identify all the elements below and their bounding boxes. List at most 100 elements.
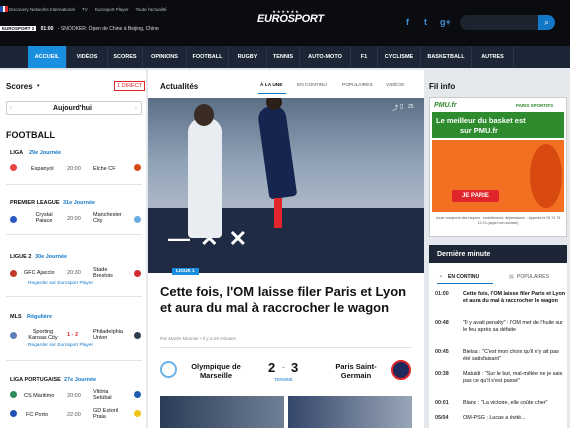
away-team[interactable]: Manchester City [93,212,129,224]
league-name[interactable]: LIGA [10,150,23,156]
league-round[interactable]: 31e Journée [63,200,95,206]
news-time: 00:45 [435,349,449,355]
hero-image[interactable]: — ✕ ✕ ⤴ ▯ 25 [148,98,424,273]
home-team[interactable]: GFC Ajaccio [24,270,55,276]
away-team[interactable]: Elche CF [93,166,116,172]
away-team[interactable]: Vitória Setúbal [93,389,123,401]
match-score[interactable]: 20:30 [67,270,81,276]
nav-item-opinions[interactable]: OPINIONS [143,46,187,68]
kansas-city-crest-icon [10,332,17,339]
home-team[interactable]: Crystal Palace [30,212,58,224]
pmu-line2: sur PMU.fr [460,126,498,135]
nav-item-scores[interactable]: SCORES [108,46,143,68]
league-round[interactable]: 29e Journée [29,150,61,156]
scores-title[interactable]: Scores [6,82,33,91]
nav-item-f1[interactable]: F1 [351,46,378,68]
comment-icon[interactable]: ▯ [400,103,403,110]
search-icon[interactable]: ⌕ [538,15,555,30]
match-score[interactable]: 20:00 [67,166,81,172]
comment-count[interactable]: 25 [408,104,414,110]
league-round[interactable]: 30e Journée [35,254,67,260]
news-text: Matuidi : "Sur le but, mal-mêlée ne je s… [463,371,563,384]
pmu-line1: Le meilleur du basket est [436,116,526,125]
away-team[interactable]: Philadelphia Union [93,329,129,341]
category-tag[interactable]: LIGUE 1 [172,268,199,275]
news-item[interactable]: 00:01 Blanc : "La victoire, elle coûte c… [435,400,567,409]
nav-item-accueil[interactable]: ACCUEIL [28,46,67,68]
live-badge[interactable]: 1 DIRECT [114,81,146,91]
home-team[interactable]: CS Maritimo [24,393,54,399]
home-team[interactable]: Sporting Kansas City [28,329,58,341]
pmu-ad[interactable]: PMU.fr PARIS SPORTIFS Le meilleur du bas… [429,97,567,237]
league-name[interactable]: MLS [10,314,22,320]
tab-a-la-une[interactable]: À LA UNE [260,83,282,88]
match-score[interactable]: 20:00 [67,393,81,399]
nav-item-autres[interactable]: AUTRES [472,46,514,68]
league-round[interactable]: Régulière [27,314,52,320]
league-name[interactable]: LIGA PORTUGAISE [10,377,61,383]
tab-en-continu[interactable]: EN CONTINU [448,274,479,280]
pmu-cta-button[interactable]: JE PARIE [452,190,499,202]
home-team[interactable]: Espanyol [31,166,54,172]
eurosport-logo[interactable]: ★★★★★★ EUROSPORT [257,9,324,39]
news-time: 05/04 [435,415,449,421]
fil-info-panel: Fil info PMU.fr PARIS SPORTIFS Le meille… [426,70,570,428]
top-link[interactable]: TV [82,7,88,12]
player-link[interactable]: Regarder sur Eurosport Player [28,343,93,348]
article-thumbnail[interactable] [160,396,284,428]
chevron-left-icon[interactable]: ‹ [10,105,12,111]
match-score[interactable]: 22:00 [67,412,81,418]
news-item[interactable]: 00:48 "Il y avait penalty" : l'OM met de… [435,320,567,342]
chevron-down-icon[interactable]: ▾ [37,83,40,89]
tab-populaires[interactable]: POPULAIRES [342,83,373,88]
dm-header: Dernière minute [429,245,567,263]
league-name[interactable]: LIGUE 2 [10,254,31,260]
maritimo-crest-icon [10,391,17,398]
tab-en-continu[interactable]: EN CONTINU [297,83,327,88]
news-item[interactable]: 01:00 Cette fois, l'OM laisse filer Pari… [435,291,567,313]
match-status: TERMINÉ [274,377,293,382]
news-item[interactable]: 05/04 OM-PSG : Lucas a évité... [435,415,567,424]
away-team[interactable]: Stade Brestois [93,267,121,279]
tv-ticker[interactable]: EUROSPORT 2 01:00 - SNOOKER: Open de Chi… [0,26,159,32]
tab-videos[interactable]: VIDÉOS [386,83,404,88]
news-item[interactable]: 00:38 Matuidi : "Sur le but, mal-mêlée n… [435,371,567,393]
nav-item-basketball[interactable]: BASKETBALL [421,46,472,68]
tab-populaires[interactable]: POPULAIRES [517,274,549,280]
nav-item-football[interactable]: FOOTBALL [187,46,229,68]
news-text: Cette fois, l'OM laisse filer Paris et L… [463,291,566,304]
chevron-right-icon[interactable]: › [135,105,137,111]
pmu-tag: PARIS SPORTIFS [516,103,554,108]
home-team[interactable]: FC Porto [26,412,48,418]
team-away[interactable]: Paris Saint-Germain [328,362,384,380]
top-link[interactable]: Toute l'actualité [136,7,167,12]
share-icon[interactable]: ⤴ [392,103,398,112]
live-score[interactable]: 1 - 2 [67,332,78,338]
facebook-icon[interactable]: f [406,17,409,27]
nav-item-auto-moto[interactable]: AUTO-MOTO [300,46,351,68]
news-text: OM-PSG : Lucas a évité... [463,415,526,421]
top-link[interactable]: Discovery Networks International [9,7,75,12]
twitter-icon[interactable]: t [424,17,427,27]
divider [6,360,142,361]
team-home[interactable]: Olympique de Marseille [188,362,244,380]
top-link[interactable]: Eurosport Player [95,7,129,12]
news-text: Bielsa : "C'est mon choix qu'il n'y ait … [463,349,559,362]
eurosport2-logo: EUROSPORT 2 [0,26,37,31]
news-item[interactable]: 00:45 Bielsa : "C'est mon choix qu'il n'… [435,349,567,365]
nav-item-videos[interactable]: VIDÉOS [67,46,108,68]
league-name[interactable]: PREMIER LEAGUE [10,200,60,206]
away-team[interactable]: GD Estoril Praia [93,408,123,420]
match-score[interactable]: 20:00 [67,216,81,222]
nav-item-tennis[interactable]: TENNIS [267,46,300,68]
headline[interactable]: Cette fois, l'OM laisse filer Paris et L… [160,284,412,316]
league-round[interactable]: 27e Journée [64,377,96,383]
pmu-legal: Jouer comporte des risques : endettement… [435,216,561,225]
article-thumbnail[interactable] [288,396,412,428]
google-plus-icon[interactable]: g+ [440,17,451,27]
date-selector[interactable]: ‹ Aujourd'hui › [6,101,142,115]
france-flag-icon[interactable] [0,6,9,12]
player-link[interactable]: Regarder sur Eurosport Player [28,281,93,286]
nav-item-rugby[interactable]: RUGBY [229,46,267,68]
nav-item-cyclisme[interactable]: CYCLISME [378,46,421,68]
